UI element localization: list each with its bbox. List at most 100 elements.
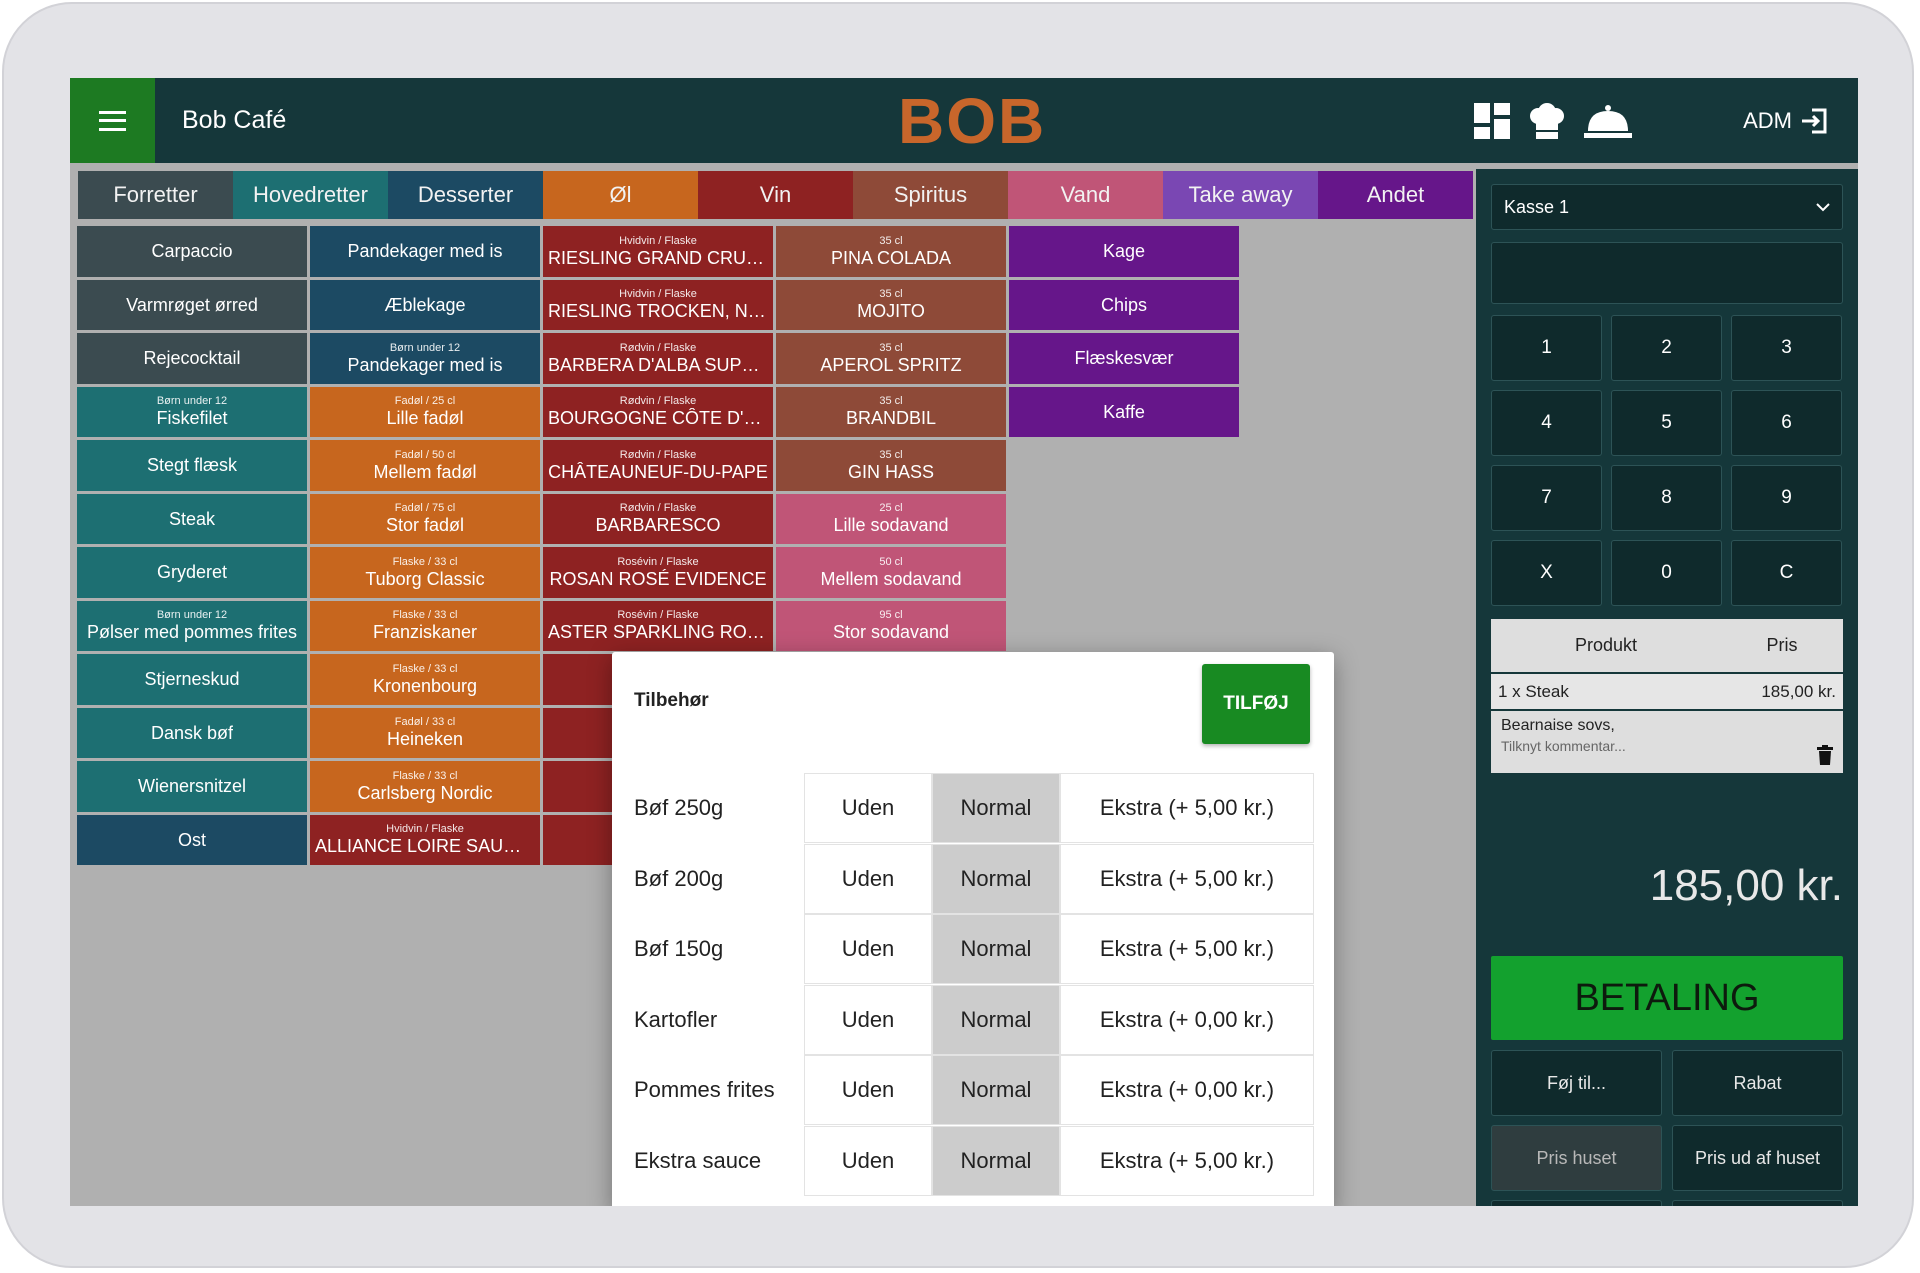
option-button[interactable]: Uden: [804, 1055, 932, 1125]
comment-input[interactable]: Tilknyt kommentar...: [1501, 738, 1833, 754]
keypad-key[interactable]: 4: [1491, 390, 1602, 456]
menu-button[interactable]: [70, 78, 155, 163]
action-button[interactable]: Føj til...: [1491, 1050, 1662, 1116]
option-button[interactable]: Normal: [932, 843, 1060, 914]
product-button[interactable]: Pandekager med is: [310, 226, 540, 277]
product-button[interactable]: Fadøl / 50 cl Mellem fadøl: [310, 440, 540, 491]
tab-1[interactable]: Hovedretter: [233, 171, 388, 219]
option-button[interactable]: Uden: [804, 1125, 932, 1196]
tab-2[interactable]: Desserter: [388, 171, 543, 219]
product-button[interactable]: Flæskesvær: [1009, 333, 1239, 384]
tab-4[interactable]: Vin: [698, 171, 853, 219]
option-button[interactable]: Uden: [804, 773, 932, 843]
product-button[interactable]: 35 cl BRANDBIL: [776, 386, 1006, 437]
option-button[interactable]: Normal: [932, 773, 1060, 843]
product-button[interactable]: Hvidvin / Flaske RIESLING GRAND CRU R...: [543, 226, 773, 277]
product-button[interactable]: Rosévin / Flaske ROSAN ROSÉ EVIDENCE: [543, 547, 773, 598]
product-button[interactable]: Ost: [77, 814, 307, 865]
product-button[interactable]: Hvidvin / Flaske RIESLING TROCKEN, NIE...: [543, 279, 773, 330]
keypad-key[interactable]: 6: [1731, 390, 1842, 456]
trash-icon[interactable]: [1817, 745, 1833, 765]
product-button[interactable]: 35 cl APEROL SPRITZ: [776, 333, 1006, 384]
product-button[interactable]: Kage: [1009, 226, 1239, 277]
product-button[interactable]: Carpaccio: [77, 226, 307, 277]
register-select[interactable]: Kasse 1: [1491, 184, 1843, 230]
product-button[interactable]: Børn under 12 Fiskefilet: [77, 386, 307, 437]
option-button[interactable]: Ekstra (+ 5,00 kr.): [1060, 914, 1314, 984]
product-button[interactable]: Rødvin / Flaske BARBERA D'ALBA SUPER...: [543, 333, 773, 384]
option-button[interactable]: Ekstra (+ 5,00 kr.): [1060, 773, 1314, 843]
admin-button[interactable]: ADM: [1743, 78, 1828, 163]
option-button[interactable]: Ekstra (+ 0,00 kr.): [1060, 1055, 1314, 1125]
product-button[interactable]: Børn under 12 Pandekager med is: [310, 333, 540, 384]
product-button[interactable]: 35 cl MOJITO: [776, 279, 1006, 330]
option-button[interactable]: Ekstra (+ 0,00 kr.): [1060, 984, 1314, 1055]
keypad-key[interactable]: 1: [1491, 315, 1602, 381]
option-button[interactable]: Ekstra (+ 5,00 kr.): [1060, 1125, 1314, 1196]
product-button[interactable]: Stegt flæsk: [77, 440, 307, 491]
product-button[interactable]: Hvidvin / Flaske ALLIANCE LOIRE SAUMU...: [310, 814, 540, 865]
option-button[interactable]: Normal: [932, 984, 1060, 1055]
dashboard-icon[interactable]: [1474, 103, 1510, 139]
tab-8[interactable]: Andet: [1318, 171, 1473, 219]
option-button[interactable]: Normal: [932, 1125, 1060, 1196]
keypad-key[interactable]: 0: [1611, 540, 1722, 606]
chef-hat-icon[interactable]: [1528, 102, 1566, 140]
tab-3[interactable]: Øl: [543, 171, 698, 219]
keypad-key[interactable]: 5: [1611, 390, 1722, 456]
product-button[interactable]: Rejecocktail: [77, 333, 307, 384]
product-button[interactable]: Fadøl / 75 cl Stor fadøl: [310, 493, 540, 544]
product-button[interactable]: Rødvin / Flaske BOURGOGNE CÔTE D'OR ...: [543, 386, 773, 437]
action-button[interactable]: Rabat: [1672, 1050, 1843, 1116]
keypad-key[interactable]: C: [1731, 540, 1842, 606]
action-button[interactable]: Pris huset: [1491, 1125, 1662, 1191]
action-button[interactable]: Pris ud af huset: [1672, 1125, 1843, 1191]
product-button[interactable]: Flaske / 33 cl Tuborg Classic: [310, 547, 540, 598]
product-button[interactable]: Gryderet: [77, 547, 307, 598]
tab-5[interactable]: Spiritus: [853, 171, 1008, 219]
product-button[interactable]: 95 cl Stor sodavand: [776, 600, 1006, 651]
product-button[interactable]: 35 cl PINA COLADA: [776, 226, 1006, 277]
option-button[interactable]: Normal: [932, 1055, 1060, 1125]
product-button[interactable]: Æblekage: [310, 279, 540, 330]
action-button[interactable]: Leveret: [1491, 1200, 1662, 1206]
product-button[interactable]: Chips: [1009, 279, 1239, 330]
product-button[interactable]: Varmrøget ørred: [77, 279, 307, 330]
product-button[interactable]: Rosévin / Flaske ASTER SPARKLING ROSÉ: [543, 600, 773, 651]
tab-0[interactable]: Forretter: [78, 171, 233, 219]
product-button[interactable]: Fadøl / 33 cl Heineken: [310, 707, 540, 758]
add-button[interactable]: TILFØJ: [1202, 664, 1310, 744]
product-button[interactable]: Flaske / 33 cl Franziskaner: [310, 600, 540, 651]
option-button[interactable]: Uden: [804, 914, 932, 984]
product-button[interactable]: 35 cl GIN HASS: [776, 440, 1006, 491]
product-button[interactable]: Flaske / 33 cl Kronenbourg: [310, 654, 540, 705]
payment-button[interactable]: BETALING: [1491, 956, 1843, 1040]
product-button[interactable]: Dansk bøf: [77, 707, 307, 758]
option-button[interactable]: Uden: [804, 843, 932, 914]
option-button[interactable]: Ekstra (+ 5,00 kr.): [1060, 843, 1314, 914]
option-button[interactable]: Uden: [804, 984, 932, 1055]
product-button[interactable]: Flaske / 33 cl Carlsberg Nordic: [310, 761, 540, 812]
keypad-key[interactable]: 2: [1611, 315, 1722, 381]
product-button[interactable]: 25 cl Lille sodavand: [776, 493, 1006, 544]
keypad-key[interactable]: 3: [1731, 315, 1842, 381]
option-button[interactable]: Normal: [932, 914, 1060, 984]
product-button[interactable]: Rødvin / Flaske BARBARESCO: [543, 493, 773, 544]
product-button[interactable]: Rødvin / Flaske CHÂTEAUNEUF-DU-PAPE: [543, 440, 773, 491]
product-button[interactable]: Kaffe: [1009, 386, 1239, 437]
product-button[interactable]: Fadøl / 25 cl Lille fadøl: [310, 386, 540, 437]
product-button[interactable]: Børn under 12 Pølser med pommes frites: [77, 600, 307, 651]
product-button[interactable]: Wienersnitzel: [77, 761, 307, 812]
product-button[interactable]: Steak: [77, 493, 307, 544]
keypad-key[interactable]: X: [1491, 540, 1602, 606]
action-button[interactable]: Bestilling: [1672, 1200, 1843, 1206]
product-button[interactable]: 50 cl Mellem sodavand: [776, 547, 1006, 598]
service-bell-icon[interactable]: [1584, 103, 1632, 139]
product-button[interactable]: Stjerneskud: [77, 654, 307, 705]
order-line[interactable]: 1 x Steak 185,00 kr.: [1491, 674, 1843, 709]
keypad-key[interactable]: 9: [1731, 465, 1842, 531]
keypad-key[interactable]: 7: [1491, 465, 1602, 531]
keypad-key[interactable]: 8: [1611, 465, 1722, 531]
tab-6[interactable]: Vand: [1008, 171, 1163, 219]
tab-7[interactable]: Take away: [1163, 171, 1318, 219]
